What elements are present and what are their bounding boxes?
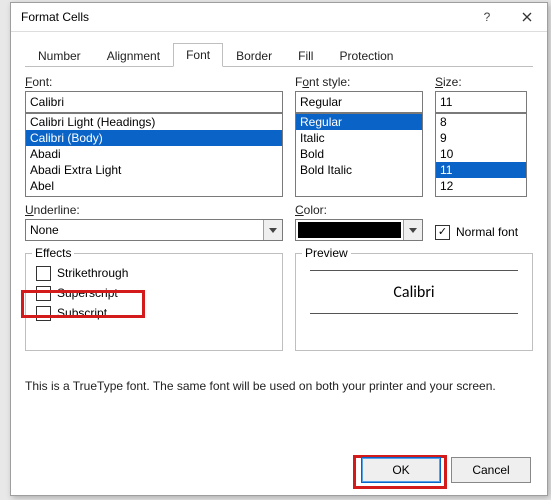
- effects-group: Effects Strikethrough Superscript Subscr…: [25, 253, 283, 351]
- strikethrough-label: Strikethrough: [57, 266, 128, 280]
- size-option[interactable]: 10: [436, 146, 526, 162]
- size-input[interactable]: 11: [435, 91, 527, 113]
- superscript-checkbox[interactable]: Superscript: [36, 284, 272, 302]
- subscript-label: Subscript: [57, 306, 107, 320]
- normal-font-label: Normal font: [456, 225, 518, 239]
- preview-group: Preview Calibri: [295, 253, 533, 351]
- tab-font[interactable]: Font: [173, 43, 223, 67]
- tab-alignment[interactable]: Alignment: [94, 44, 173, 67]
- chevron-down-icon: [409, 228, 417, 233]
- color-label: Color:: [295, 203, 423, 217]
- dropdown-button[interactable]: [263, 220, 282, 240]
- tab-fill[interactable]: Fill: [285, 44, 326, 67]
- size-option[interactable]: 12: [436, 178, 526, 194]
- normal-font-checkbox[interactable]: ✓ Normal font: [435, 223, 527, 241]
- preview-group-label: Preview: [302, 246, 351, 260]
- effects-group-label: Effects: [32, 246, 74, 260]
- underline-value: None: [26, 220, 263, 240]
- size-label: Size:: [435, 75, 527, 89]
- checkbox-icon: ✓: [435, 225, 450, 240]
- fontstyle-listbox[interactable]: Regular Italic Bold Bold Italic: [295, 113, 423, 197]
- ok-button[interactable]: OK: [361, 457, 441, 483]
- fontstyle-label: Font style:: [295, 75, 423, 89]
- size-option[interactable]: 14: [436, 194, 526, 197]
- cancel-button[interactable]: Cancel: [451, 457, 531, 483]
- fontstyle-input[interactable]: Regular: [295, 91, 423, 113]
- tab-border[interactable]: Border: [223, 44, 285, 67]
- size-option[interactable]: 9: [436, 130, 526, 146]
- size-option[interactable]: 8: [436, 114, 526, 130]
- font-description: This is a TrueType font. The same font w…: [25, 379, 533, 393]
- underline-label: Underline:: [25, 203, 283, 217]
- fontstyle-option[interactable]: Regular: [296, 114, 422, 130]
- fontstyle-option[interactable]: Bold: [296, 146, 422, 162]
- font-option[interactable]: Abel: [26, 178, 282, 194]
- color-swatch: [298, 222, 401, 238]
- chevron-down-icon: [269, 228, 277, 233]
- strikethrough-checkbox[interactable]: Strikethrough: [36, 264, 272, 282]
- underline-combo[interactable]: None: [25, 219, 283, 241]
- preview-sample: Calibri: [310, 270, 518, 314]
- font-option[interactable]: Abadi: [26, 146, 282, 162]
- font-input[interactable]: Calibri: [25, 91, 283, 113]
- checkbox-icon: [36, 306, 51, 321]
- close-button[interactable]: [507, 3, 547, 31]
- format-cells-dialog: Format Cells ? Number Alignment Font Bor…: [10, 2, 548, 496]
- fontstyle-option[interactable]: Bold Italic: [296, 162, 422, 178]
- close-icon: [522, 12, 532, 22]
- font-label: Font:: [25, 75, 283, 89]
- color-combo[interactable]: [295, 219, 423, 241]
- size-option[interactable]: 11: [436, 162, 526, 178]
- font-option[interactable]: Calibri (Body): [26, 130, 282, 146]
- window-title: Format Cells: [21, 10, 467, 24]
- fontstyle-option[interactable]: Italic: [296, 130, 422, 146]
- font-listbox[interactable]: Calibri Light (Headings) Calibri (Body) …: [25, 113, 283, 197]
- font-option[interactable]: Calibri Light (Headings): [26, 114, 282, 130]
- dropdown-button[interactable]: [403, 220, 422, 240]
- superscript-label: Superscript: [57, 286, 118, 300]
- font-option[interactable]: Abril Fatface: [26, 194, 282, 197]
- font-option[interactable]: Abadi Extra Light: [26, 162, 282, 178]
- subscript-checkbox[interactable]: Subscript: [36, 304, 272, 322]
- checkbox-icon: [36, 286, 51, 301]
- tab-strip: Number Alignment Font Border Fill Protec…: [25, 42, 533, 67]
- tab-protection[interactable]: Protection: [326, 44, 406, 67]
- titlebar: Format Cells ?: [11, 3, 547, 32]
- checkbox-icon: [36, 266, 51, 281]
- tab-number[interactable]: Number: [25, 44, 94, 67]
- help-button[interactable]: ?: [467, 3, 507, 31]
- size-listbox[interactable]: 8 9 10 11 12 14: [435, 113, 527, 197]
